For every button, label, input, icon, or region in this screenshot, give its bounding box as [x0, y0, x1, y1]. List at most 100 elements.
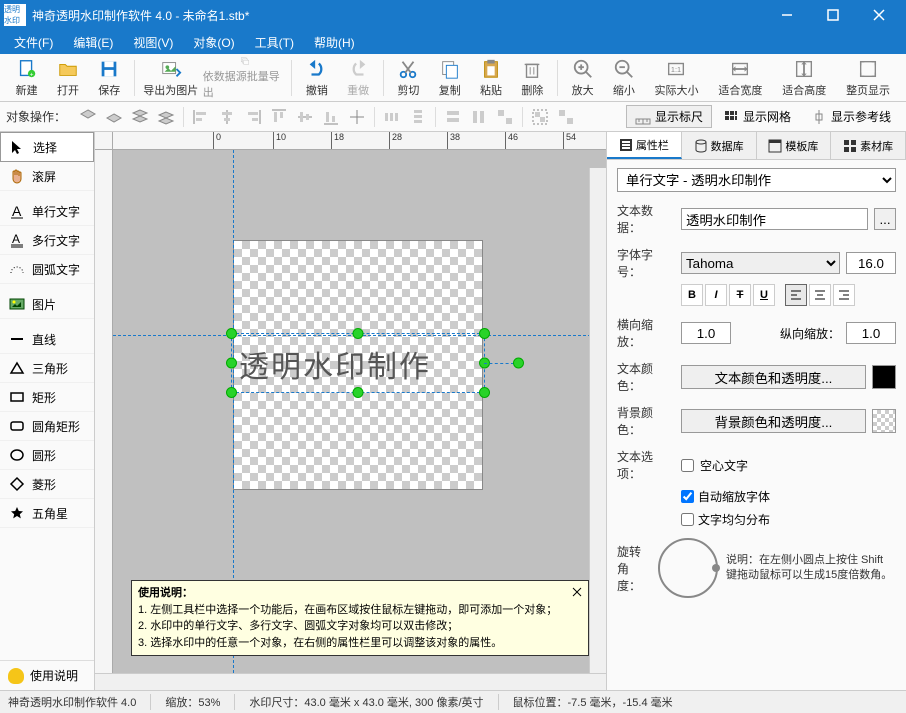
layer-down-icon[interactable]	[102, 105, 126, 129]
handle-se[interactable]	[479, 387, 490, 398]
actual-size-button[interactable]: 1:1实际大小	[645, 56, 709, 100]
open-button[interactable]: 打开	[47, 56, 88, 100]
align-bottom-icon[interactable]	[319, 105, 343, 129]
tool-triangle[interactable]: 三角形	[0, 354, 94, 383]
handle-n[interactable]	[353, 328, 364, 339]
text-data-more-button[interactable]: ...	[874, 208, 896, 230]
tool-multi-text[interactable]: A多行文字	[0, 226, 94, 255]
zoom-in-button[interactable]: 放大	[562, 56, 603, 100]
menu-edit[interactable]: 编辑(E)	[65, 32, 121, 53]
tab-properties[interactable]: 属性栏	[607, 132, 682, 159]
show-grid-toggle[interactable]: 显示网格	[714, 105, 800, 128]
cut-button[interactable]: 剪切	[388, 56, 429, 100]
text-color-button[interactable]: 文本颜色和透明度...	[681, 365, 866, 389]
align-right-button[interactable]	[833, 284, 855, 306]
delete-button[interactable]: 删除	[512, 56, 553, 100]
menu-tool[interactable]: 工具(T)	[247, 32, 302, 53]
layer-bottom-icon[interactable]	[154, 105, 178, 129]
export-image-button[interactable]: 导出为图片	[139, 56, 203, 100]
distribute-h-icon[interactable]	[380, 105, 404, 129]
menu-object[interactable]: 对象(O)	[185, 32, 242, 53]
same-width-icon[interactable]	[441, 105, 465, 129]
canvas[interactable]: 透明水印制作 使用说明： 1. 左侧工具栏中选择一个功能后，在画	[113, 150, 606, 673]
close-button[interactable]	[856, 0, 902, 30]
handle-nw[interactable]	[226, 328, 237, 339]
tool-single-text[interactable]: A单行文字	[0, 197, 94, 226]
bold-button[interactable]: B	[681, 284, 703, 306]
undo-button[interactable]: 撤销	[296, 56, 337, 100]
even-distribute-checkbox[interactable]	[681, 513, 694, 526]
object-selector[interactable]: 单行文字 - 透明水印制作	[617, 168, 896, 192]
align-center-button[interactable]	[809, 284, 831, 306]
text-data-input[interactable]	[681, 208, 868, 230]
copy-button[interactable]: 复制	[429, 56, 470, 100]
redo-button[interactable]: 重做	[338, 56, 379, 100]
vscale-input[interactable]	[846, 322, 896, 344]
align-center-h-icon[interactable]	[215, 105, 239, 129]
underline-button[interactable]: U	[753, 284, 775, 306]
new-button[interactable]: +新建	[6, 56, 47, 100]
tool-roundrect[interactable]: 圆角矩形	[0, 412, 94, 441]
menu-view[interactable]: 视图(V)	[125, 32, 181, 53]
autoscale-font-checkbox[interactable]	[681, 490, 694, 503]
vertical-ruler[interactable]	[95, 150, 113, 673]
tip-close-icon[interactable]	[570, 585, 584, 599]
same-size-icon[interactable]	[493, 105, 517, 129]
handle-sw[interactable]	[226, 387, 237, 398]
tool-star[interactable]: 五角星	[0, 499, 94, 528]
tool-pan[interactable]: 滚屏	[0, 162, 94, 191]
fit-height-button[interactable]: 适合高度	[772, 56, 836, 100]
handle-w[interactable]	[226, 358, 237, 369]
align-top-icon[interactable]	[267, 105, 291, 129]
tool-image[interactable]: 图片	[0, 290, 94, 319]
align-right-icon[interactable]	[241, 105, 265, 129]
horizontal-ruler[interactable]: 0 10 18 28 38 46 54	[113, 132, 606, 150]
zoom-out-button[interactable]: 缩小	[603, 56, 644, 100]
align-center-icon[interactable]	[345, 105, 369, 129]
save-button[interactable]: 保存	[89, 56, 130, 100]
show-ruler-toggle[interactable]: 显示标尺	[626, 105, 712, 128]
font-size-input[interactable]	[846, 252, 896, 274]
ungroup-icon[interactable]	[554, 105, 578, 129]
font-family-select[interactable]: Tahoma	[681, 252, 840, 274]
show-guide-toggle[interactable]: 显示参考线	[802, 105, 900, 128]
layer-up-icon[interactable]	[76, 105, 100, 129]
align-left-icon[interactable]	[189, 105, 213, 129]
vertical-scrollbar[interactable]	[589, 168, 606, 673]
rotation-dial[interactable]	[658, 538, 718, 598]
distribute-v-icon[interactable]	[406, 105, 430, 129]
tool-diamond[interactable]: 菱形	[0, 470, 94, 499]
paste-button[interactable]: 粘贴	[470, 56, 511, 100]
hollow-text-checkbox[interactable]	[681, 459, 694, 472]
menu-help[interactable]: 帮助(H)	[306, 32, 363, 53]
maximize-button[interactable]	[810, 0, 856, 30]
handle-s[interactable]	[353, 387, 364, 398]
layer-top-icon[interactable]	[128, 105, 152, 129]
tool-ellipse[interactable]: 圆形	[0, 441, 94, 470]
handle-ne[interactable]	[479, 328, 490, 339]
tool-arc-text[interactable]: 圆弧文字	[0, 255, 94, 284]
tab-materials[interactable]: 素材库	[831, 132, 906, 159]
tab-templates[interactable]: 模板库	[757, 132, 832, 159]
strike-button[interactable]: T	[729, 284, 751, 306]
tool-rect[interactable]: 矩形	[0, 383, 94, 412]
batch-export-button[interactable]: 依数据源批量导出	[203, 56, 288, 100]
group-icon[interactable]	[528, 105, 552, 129]
minimize-button[interactable]	[764, 0, 810, 30]
fit-width-button[interactable]: 适合宽度	[708, 56, 772, 100]
tool-line[interactable]: 直线	[0, 325, 94, 354]
help-button[interactable]: 使用说明	[0, 660, 94, 690]
rotation-handle[interactable]	[513, 358, 524, 369]
italic-button[interactable]: I	[705, 284, 727, 306]
tool-select[interactable]: 选择	[0, 132, 94, 162]
bg-color-button[interactable]: 背景颜色和透明度...	[681, 409, 866, 433]
menu-file[interactable]: 文件(F)	[6, 32, 61, 53]
fit-page-button[interactable]: 整页显示	[836, 56, 900, 100]
align-middle-v-icon[interactable]	[293, 105, 317, 129]
tab-database[interactable]: 数据库	[682, 132, 757, 159]
same-height-icon[interactable]	[467, 105, 491, 129]
align-left-button[interactable]	[785, 284, 807, 306]
selection-box[interactable]	[231, 333, 485, 393]
horizontal-scrollbar[interactable]	[95, 673, 606, 690]
hscale-input[interactable]	[681, 322, 731, 344]
